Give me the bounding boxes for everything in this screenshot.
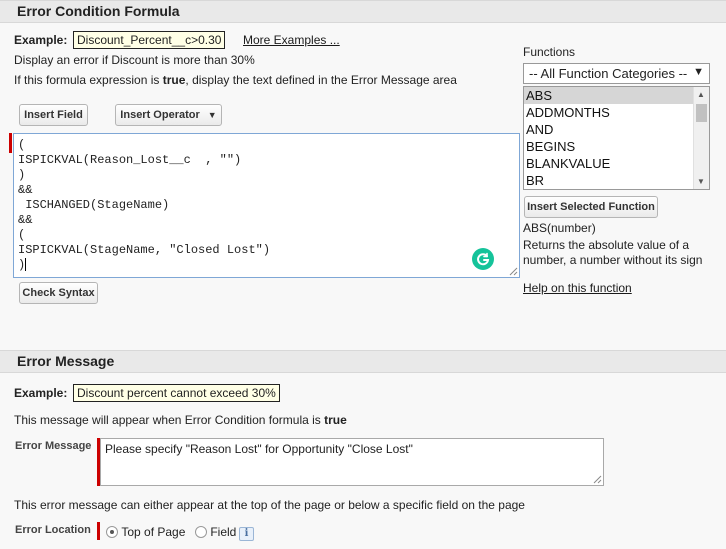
functions-label: Functions bbox=[523, 45, 576, 59]
function-item[interactable]: BLANKVALUE bbox=[524, 155, 709, 172]
message-example-label: Example: bbox=[14, 386, 68, 400]
listbox-scrollbar[interactable]: ▲ ▼ bbox=[693, 87, 709, 189]
function-signature: ABS(number) bbox=[523, 221, 596, 235]
resize-grip-icon[interactable] bbox=[593, 475, 602, 484]
scrollbar-thumb[interactable] bbox=[696, 104, 707, 122]
field-radio[interactable] bbox=[195, 525, 207, 538]
condition-section-title: Error Condition Formula bbox=[17, 3, 180, 19]
function-item[interactable]: BR bbox=[524, 172, 709, 189]
function-category-select[interactable]: -- All Function Categories -- ▼ bbox=[523, 63, 710, 84]
more-examples-link[interactable]: More Examples ... bbox=[243, 33, 340, 47]
functions-listbox[interactable]: ABS ADDMONTHS AND BEGINS BLANKVALUE BR ▲… bbox=[523, 86, 710, 190]
message-note: This message will appear when Error Cond… bbox=[14, 413, 347, 427]
formula-line: && bbox=[18, 183, 33, 197]
formula-line: ISPICKVAL(StageName, "Closed Lost") bbox=[18, 243, 271, 257]
location-note: This error message can either appear at … bbox=[14, 498, 525, 512]
insert-field-button[interactable]: Insert Field bbox=[19, 104, 88, 126]
example-formula: Discount_Percent__c>0.30 bbox=[73, 31, 226, 49]
insert-operator-button[interactable]: Insert Operator ▼ bbox=[115, 104, 222, 126]
grammarly-g-icon bbox=[477, 252, 490, 266]
top-of-page-radio[interactable] bbox=[106, 525, 118, 538]
condition-section-header: Error Condition Formula bbox=[0, 0, 726, 23]
formula-line: ( bbox=[18, 228, 26, 242]
location-top-option[interactable]: Top of Page bbox=[106, 524, 185, 539]
required-indicator bbox=[9, 133, 12, 153]
function-item[interactable]: BEGINS bbox=[524, 138, 709, 155]
required-indicator bbox=[97, 522, 100, 540]
scroll-up-icon[interactable]: ▲ bbox=[697, 90, 705, 99]
message-section-header: Error Message bbox=[0, 350, 726, 373]
formula-line: && bbox=[18, 213, 33, 227]
info-icon[interactable]: i bbox=[239, 527, 254, 541]
formula-line-last: ) bbox=[18, 258, 27, 272]
formula-editor[interactable]: ( ISPICKVAL(Reason_Lost__c , "") ) && IS… bbox=[13, 133, 520, 278]
resize-grip-icon[interactable] bbox=[509, 267, 518, 276]
formula-instruction: If this formula expression is true, disp… bbox=[14, 73, 457, 87]
dropdown-arrow-icon: ▼ bbox=[693, 66, 704, 78]
location-field-option[interactable]: Field bbox=[195, 524, 236, 539]
message-section-title: Error Message bbox=[17, 353, 115, 369]
caret-down-icon: ▼ bbox=[207, 110, 217, 120]
check-syntax-button[interactable]: Check Syntax bbox=[19, 282, 98, 304]
formula-line: ISCHANGED(StageName) bbox=[18, 198, 170, 212]
example-label: Example: bbox=[14, 33, 68, 47]
function-item[interactable]: ABS bbox=[524, 87, 709, 104]
formula-line: ISPICKVAL(Reason_Lost__c , "") bbox=[18, 153, 242, 167]
error-location-label: Error Location bbox=[15, 524, 91, 536]
grammarly-icon[interactable] bbox=[472, 248, 494, 270]
formula-line: ) bbox=[18, 168, 26, 182]
insert-selected-function-button[interactable]: Insert Selected Function bbox=[524, 196, 658, 218]
error-message-label: Error Message bbox=[15, 440, 92, 452]
text-caret bbox=[25, 258, 27, 272]
scroll-down-icon[interactable]: ▼ bbox=[697, 177, 705, 186]
function-item[interactable]: AND bbox=[524, 121, 709, 138]
function-description: Returns the absolute value of a number, … bbox=[523, 238, 703, 267]
help-function-link[interactable]: Help on this function bbox=[523, 281, 632, 295]
formula-line: ( bbox=[18, 138, 26, 152]
error-message-textarea[interactable]: Please specify "Reason Lost" for Opportu… bbox=[100, 438, 604, 486]
example-description: Display an error if Discount is more tha… bbox=[14, 53, 255, 67]
message-example-value: Discount percent cannot exceed 30% bbox=[73, 384, 280, 402]
function-item[interactable]: ADDMONTHS bbox=[524, 104, 709, 121]
